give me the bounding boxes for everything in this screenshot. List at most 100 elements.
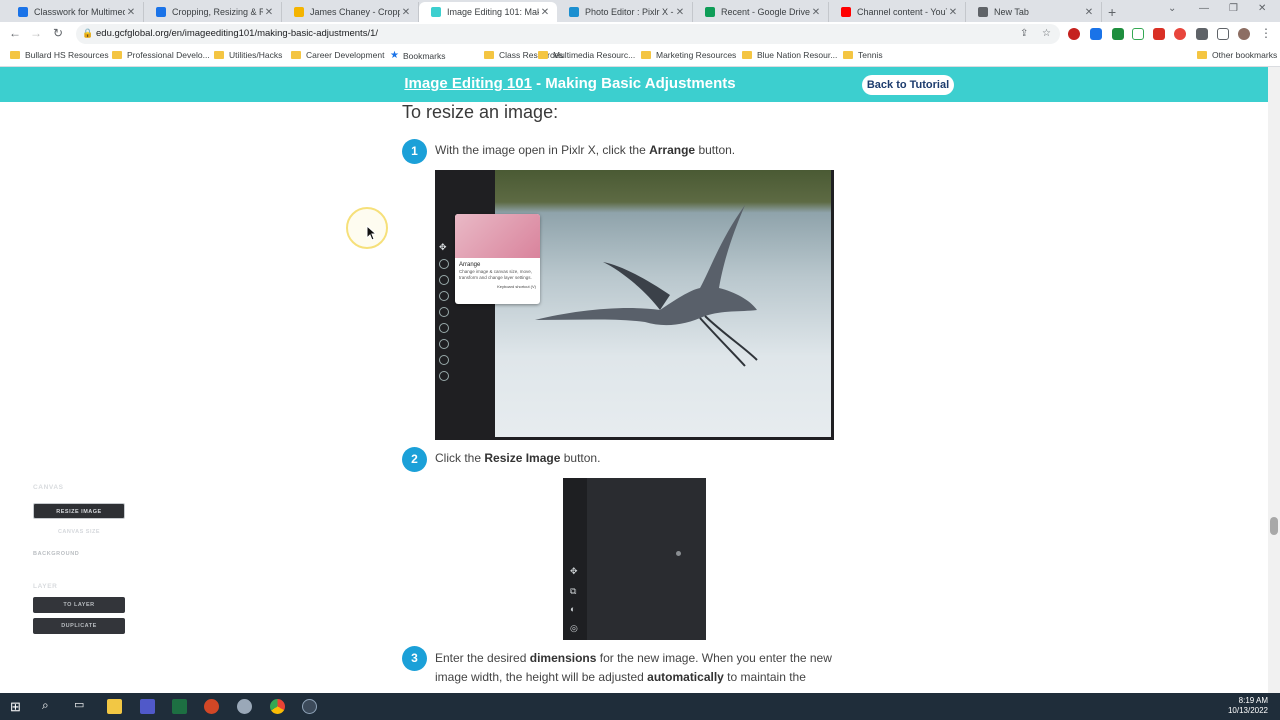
image-tool-icon[interactable] — [439, 371, 449, 381]
tutorial-banner: Image Editing 101 - Making Basic Adjustm… — [0, 67, 1268, 102]
adjust-tool-icon[interactable]: ◐ — [570, 604, 575, 614]
tab-title: Image Editing 101: Making — [447, 7, 539, 17]
bookmark-item[interactable]: Tennis — [843, 50, 883, 60]
canvas-size-button[interactable]: CANVAS SIZE — [33, 524, 125, 540]
pixlr-tool-rail: ✥ ⧉ ◐ ◎ — [563, 478, 587, 640]
menu-icon[interactable]: ⋮ — [1259, 26, 1273, 40]
resize-image-button[interactable]: RESIZE IMAGE — [33, 503, 125, 519]
filter-tool-icon[interactable]: ◎ — [570, 623, 578, 634]
effect-tool-icon[interactable] — [439, 307, 449, 317]
address-bar[interactable]: 🔒 edu.gcfglobal.org/en/imageediting101/m… — [76, 24, 1060, 44]
browser-toolbar: ← → ↻ 🔒 edu.gcfglobal.org/en/imageeditin… — [0, 22, 1280, 46]
classroom-icon — [18, 7, 28, 17]
tab-strip: Classwork for Multimedia I✕Cropping, Res… — [0, 0, 1280, 22]
bookmark-item[interactable]: ★ Bookmarks — [390, 50, 445, 61]
classroom-icon — [156, 7, 166, 17]
back-to-tutorial-button[interactable]: Back to Tutorial — [862, 75, 954, 95]
duplicate-button[interactable]: DUPLICATE — [33, 618, 125, 634]
browser-tab[interactable]: Cropping, Resizing & Rota✕ — [144, 2, 282, 22]
recorder-icon[interactable] — [302, 699, 317, 714]
side-panel-icon[interactable] — [1217, 28, 1229, 40]
arrange-tool-icon[interactable]: ✥ — [570, 566, 578, 577]
new-tab-button[interactable]: + — [1108, 4, 1116, 20]
share-icon[interactable]: ⇪ — [1020, 28, 1028, 39]
draw-tool-icon[interactable] — [439, 323, 449, 333]
teams-icon[interactable] — [140, 699, 155, 714]
crop-tool-icon[interactable] — [439, 259, 449, 269]
close-tab-icon[interactable]: ✕ — [674, 7, 686, 18]
adjust-tool-icon[interactable] — [439, 275, 449, 285]
arrange-tool-icon[interactable]: ✥ — [439, 242, 449, 253]
tab-title: Cropping, Resizing & Rota — [172, 7, 263, 17]
browser-tab[interactable]: Recent - Google Drive ✕ — [693, 2, 829, 22]
tab-title: Photo Editor : Pixlr X - free — [585, 7, 674, 17]
browser-tab[interactable]: Classwork for Multimedia I✕ — [6, 2, 144, 22]
close-tab-icon[interactable]: ✕ — [263, 7, 275, 18]
bookmark-item[interactable]: Utilities/Hacks — [214, 50, 282, 60]
windows-start-icon[interactable]: ⊞ — [10, 699, 21, 715]
powerpoint-icon[interactable] — [204, 699, 219, 714]
reload-icon[interactable]: ↻ — [51, 26, 65, 40]
bookmark-item[interactable]: Professional Develo... — [112, 50, 210, 60]
bookmark-item[interactable]: Multimedia Resourc... — [538, 50, 635, 60]
bookmark-label: Utilities/Hacks — [229, 50, 283, 60]
scrollbar-thumb[interactable] — [1270, 517, 1278, 535]
bookmark-star-icon[interactable]: ☆ — [1042, 28, 1051, 39]
bookmark-label: Multimedia Resourc... — [553, 50, 636, 60]
bookmark-label: Blue Nation Resour... — [757, 50, 838, 60]
folder-icon — [484, 51, 494, 59]
tutorial-link[interactable]: Image Editing 101 — [404, 75, 532, 92]
back-icon[interactable]: ← — [8, 26, 22, 40]
crop-tool-icon[interactable]: ⧉ — [570, 586, 576, 597]
tab-search-icon[interactable]: ⌄ — [1168, 3, 1176, 14]
task-view-icon[interactable]: ▭ — [74, 698, 84, 711]
bookmark-item[interactable]: Blue Nation Resour... — [742, 50, 837, 60]
bookmark-item[interactable]: Bullard HS Resources — [10, 50, 109, 60]
other-bookmarks[interactable]: Other bookmarks — [1197, 50, 1277, 60]
step-number: 3 — [402, 646, 427, 671]
browser-tab[interactable]: Photo Editor : Pixlr X - free✕ — [557, 2, 693, 22]
close-tab-icon[interactable]: ✕ — [1083, 7, 1095, 18]
background-toggle[interactable] — [676, 551, 681, 556]
minimize-button[interactable]: — — [1199, 3, 1209, 14]
extension-icon[interactable] — [1112, 28, 1124, 40]
puzzle-icon[interactable] — [1196, 28, 1208, 40]
close-tab-icon[interactable]: ✕ — [125, 7, 137, 18]
windows-taskbar: ⊞ ⌕ ▭ 8:19 AM 10/13/2022 — [0, 693, 1280, 720]
browser-tab[interactable]: James Chaney - Cropping✕ — [282, 2, 419, 22]
close-tab-icon[interactable]: ✕ — [400, 7, 412, 18]
close-tab-icon[interactable]: ✕ — [539, 7, 551, 18]
chrome-icon[interactable] — [270, 699, 285, 714]
app-icon[interactable] — [237, 699, 252, 714]
tab-title: James Chaney - Cropping — [310, 7, 400, 17]
search-icon[interactable]: ⌕ — [42, 698, 49, 713]
arrange-tooltip: Arrange Change image & canvas size, move… — [455, 214, 540, 304]
filter-tool-icon[interactable] — [439, 291, 449, 301]
extension-icon[interactable] — [1090, 28, 1102, 40]
profile-avatar[interactable] — [1238, 28, 1250, 40]
pixlr-arrange-screenshot: ✥ Arrange Change image & canvas size, mo… — [435, 170, 834, 440]
close-window-button[interactable]: ✕ — [1258, 3, 1266, 14]
acrobat-extension-icon[interactable] — [1153, 28, 1165, 40]
to-layer-button[interactable]: TO LAYER — [33, 597, 125, 613]
extension-icon[interactable] — [1132, 28, 1144, 40]
extension-icon[interactable] — [1174, 28, 1186, 40]
close-tab-icon[interactable]: ✕ — [810, 7, 822, 18]
pixlr-canvas-panel-screenshot: ✥ ⧉ ◐ ◎ — [563, 478, 706, 640]
forward-icon[interactable]: → — [29, 26, 43, 40]
scrollbar[interactable] — [1268, 67, 1280, 693]
bookmark-item[interactable]: Career Development — [291, 50, 384, 60]
close-tab-icon[interactable]: ✕ — [947, 7, 959, 18]
excel-icon[interactable] — [172, 699, 187, 714]
opera-extension-icon[interactable] — [1068, 28, 1080, 40]
text-tool-icon[interactable] — [439, 339, 449, 349]
bookmark-item[interactable]: Marketing Resources — [641, 50, 736, 60]
browser-tab[interactable]: Image Editing 101: Making✕ — [419, 2, 557, 22]
file-explorer-icon[interactable] — [107, 699, 122, 714]
browser-tab[interactable]: New Tab ✕ — [966, 2, 1102, 22]
page-title: Image Editing 101 - Making Basic Adjustm… — [404, 75, 736, 92]
layers-tool-icon[interactable] — [439, 355, 449, 365]
step-text-run: Enter the desired — [435, 651, 530, 665]
restore-button[interactable]: ❐ — [1229, 3, 1238, 14]
browser-tab[interactable]: Channel content - YouTube✕ — [829, 2, 966, 22]
